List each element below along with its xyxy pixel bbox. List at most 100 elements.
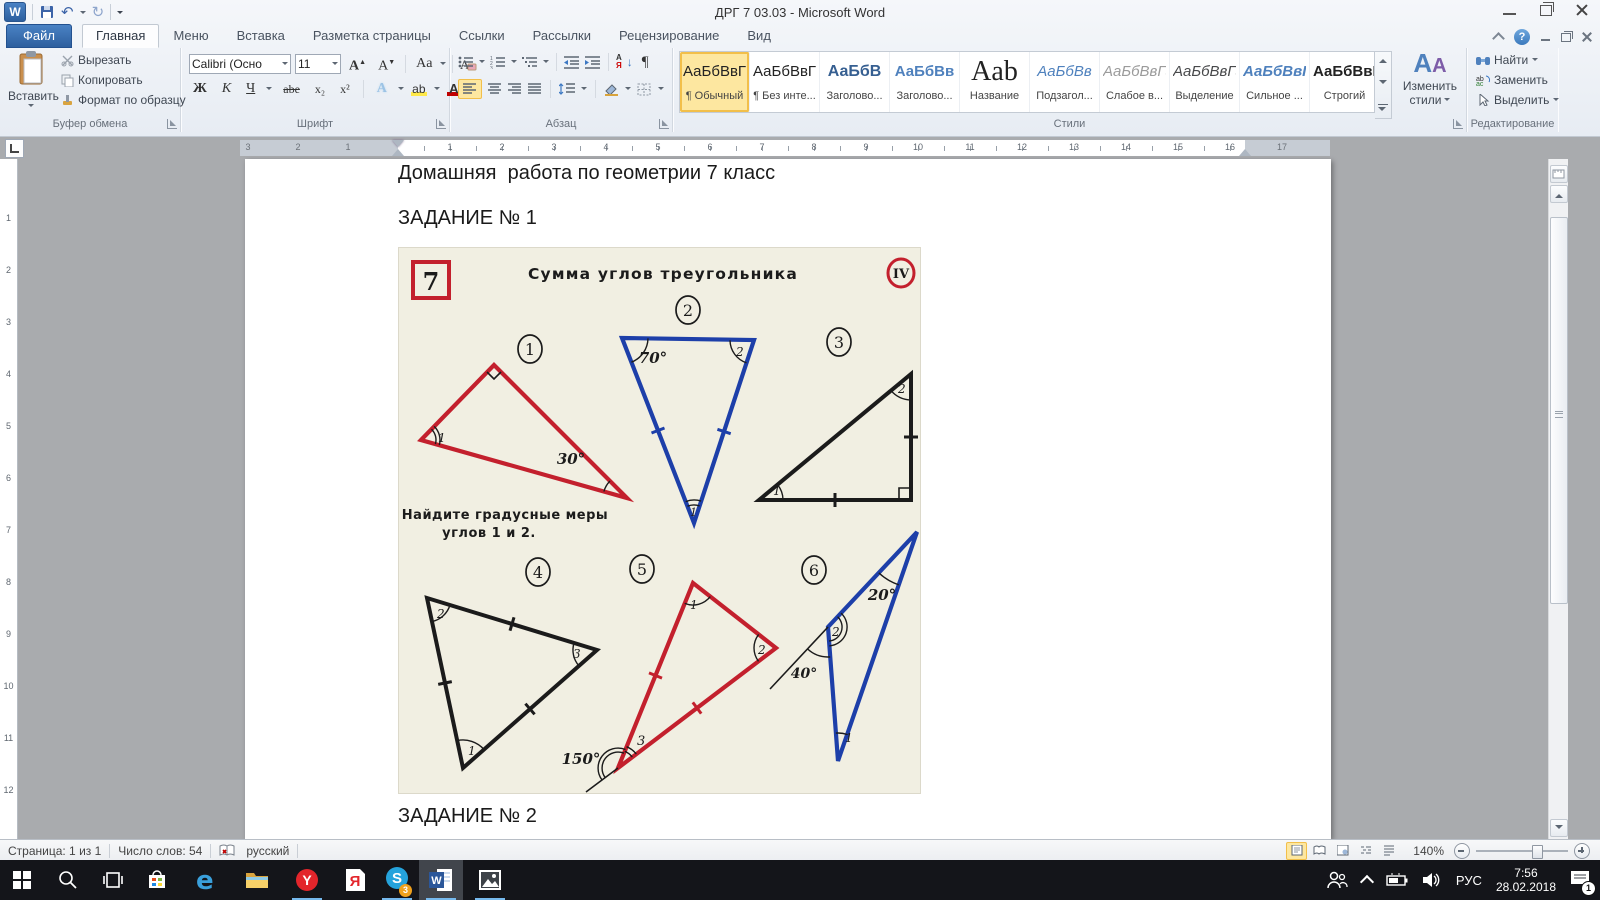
scrollbar-thumb[interactable] (1550, 217, 1568, 604)
align-left-button[interactable] (458, 79, 482, 99)
language-indicator[interactable]: русский (246, 844, 289, 858)
file-explorer-button[interactable] (235, 860, 279, 900)
font-dialog-launcher-icon[interactable] (436, 119, 446, 129)
style-item[interactable]: АаБбВв Подзагол... (1030, 52, 1100, 112)
paste-dropdown-icon[interactable] (28, 104, 34, 110)
shading-dropdown-icon[interactable] (625, 87, 631, 93)
scroll-up-button[interactable] (1550, 185, 1568, 203)
action-center-button[interactable]: 1 (1570, 869, 1596, 896)
text-effects-button[interactable]: А (373, 79, 391, 99)
zoom-in-button[interactable] (1574, 842, 1590, 859)
volume-icon[interactable] (1422, 872, 1442, 888)
taskbar-search-button[interactable] (46, 860, 90, 900)
tab-file[interactable]: Файл (6, 24, 72, 48)
clock[interactable]: 7:56 28.02.2018 (1496, 866, 1556, 894)
yandex-browser-button[interactable]: Y (285, 860, 329, 900)
shrink-font-button[interactable]: А▼ (374, 52, 399, 77)
battery-icon[interactable] (1386, 873, 1408, 887)
tab-рассылки[interactable]: Рассылки (519, 24, 605, 48)
outline-view-button[interactable] (1355, 842, 1376, 860)
change-case-button[interactable]: Aa (412, 54, 436, 74)
style-item[interactable]: АаБбВвГг, ¶ Обычный (680, 52, 750, 112)
restore-button[interactable] (1540, 1, 1554, 16)
paste-button[interactable]: Вставить (8, 50, 59, 112)
borders-icon[interactable] (637, 83, 652, 96)
bullets-icon[interactable] (458, 55, 474, 69)
font-family-combobox[interactable]: Calibri (Осно (189, 54, 291, 75)
zoom-slider-thumb[interactable] (1532, 844, 1543, 859)
print-layout-view-button[interactable] (1286, 841, 1308, 860)
format-painter-button[interactable]: Формат по образцу (58, 92, 189, 108)
style-item[interactable]: АаБбВвГг Слабое в... (1100, 52, 1170, 112)
strikethrough-button[interactable]: abe (279, 79, 304, 99)
skype-button[interactable]: S 3 (375, 860, 419, 900)
superscript-button[interactable]: x² (336, 79, 354, 99)
tab-главная[interactable]: Главная (81, 24, 160, 48)
right-indent-marker[interactable] (1239, 143, 1251, 156)
highlight-dropdown-icon[interactable] (433, 87, 440, 93)
vertical-ruler[interactable]: 1 2 3 4 5 6 7 8 9 10 11 12 (0, 159, 18, 839)
justify-icon[interactable] (528, 83, 542, 95)
tab-вставка[interactable]: Вставка (223, 24, 299, 48)
sort-button[interactable]: АЯ (616, 54, 622, 70)
change-styles-button[interactable]: AA Изменить стили (1399, 50, 1461, 107)
align-right-icon[interactable] (508, 83, 522, 95)
tray-expand-icon[interactable] (1359, 874, 1374, 890)
font-size-combobox[interactable]: 11 (295, 54, 341, 75)
line-spacing-dropdown-icon[interactable] (581, 87, 587, 93)
zoom-slider[interactable] (1476, 844, 1568, 859)
style-item[interactable]: АаБбВвГг Выделение (1170, 52, 1240, 112)
numbering-icon[interactable]: 123 (490, 55, 506, 69)
style-item[interactable]: АаБбВв Заголово... (890, 52, 960, 112)
word-count[interactable]: Число слов: 54 (118, 844, 202, 858)
scroll-down-button[interactable] (1550, 819, 1568, 837)
zoom-out-button[interactable] (1454, 842, 1470, 859)
tab-вид[interactable]: Вид (733, 24, 785, 48)
subscript-button[interactable]: x₂ (311, 79, 329, 99)
minimize-button[interactable] (1503, 13, 1516, 15)
tab-ссылки[interactable]: Ссылки (445, 24, 519, 48)
document-page[interactable]: Домашняя работа по геометрии 7 класс ЗАД… (245, 159, 1331, 839)
edge-button[interactable]: e (185, 860, 229, 900)
copy-button[interactable]: Копировать (58, 72, 189, 88)
paragraph-dialog-launcher-icon[interactable] (659, 119, 669, 129)
word-taskbar-button[interactable]: W (419, 860, 463, 900)
styles-dialog-launcher-icon[interactable] (1453, 119, 1463, 129)
language-tray-indicator[interactable]: РУС (1456, 873, 1482, 888)
style-item[interactable]: АаБбВвГг Сильное ... (1240, 52, 1310, 112)
tab-разметка-страницы[interactable]: Разметка страницы (299, 24, 445, 48)
tab-selector[interactable] (5, 139, 24, 158)
start-button[interactable] (0, 860, 44, 900)
yandex-app-button[interactable]: Я (333, 860, 377, 900)
find-button[interactable]: Найти (1473, 52, 1562, 68)
reading-view-button[interactable] (1309, 842, 1330, 860)
italic-button[interactable]: К (218, 79, 235, 99)
multilevel-dropdown-icon[interactable] (543, 60, 549, 66)
task-view-button[interactable] (91, 860, 135, 900)
cut-button[interactable]: Вырезать (58, 52, 189, 68)
underline-dropdown-icon[interactable] (266, 87, 273, 93)
case-dropdown-icon[interactable] (440, 62, 447, 68)
store-button[interactable] (135, 860, 179, 900)
page-indicator[interactable]: Страница: 1 из 1 (8, 844, 101, 858)
shading-icon[interactable] (604, 83, 619, 96)
spellcheck-icon[interactable] (219, 844, 236, 858)
draft-view-button[interactable] (1378, 842, 1399, 860)
bullets-dropdown-icon[interactable] (479, 60, 485, 66)
underline-button[interactable]: Ч (242, 79, 259, 99)
style-item[interactable]: АаБбВвГг, Строгий (1310, 52, 1374, 112)
numbering-dropdown-icon[interactable] (511, 60, 517, 66)
tab-рецензирование[interactable]: Рецензирование (605, 24, 733, 48)
zoom-level[interactable]: 140% (1413, 844, 1444, 858)
bold-button[interactable]: Ж (189, 79, 211, 99)
gallery-down-icon[interactable] (1379, 79, 1387, 88)
select-button[interactable]: Выделить (1473, 92, 1562, 108)
effects-dropdown-icon[interactable] (397, 87, 404, 93)
grow-font-button[interactable]: А▲ (345, 52, 370, 77)
tab-меню[interactable]: Меню (159, 24, 222, 48)
highlight-button[interactable]: ab (410, 83, 427, 96)
borders-dropdown-icon[interactable] (658, 87, 664, 93)
clipboard-dialog-launcher-icon[interactable] (167, 119, 177, 129)
styles-gallery-scrollbar[interactable] (1375, 51, 1392, 119)
multilevel-list-icon[interactable] (522, 55, 538, 69)
